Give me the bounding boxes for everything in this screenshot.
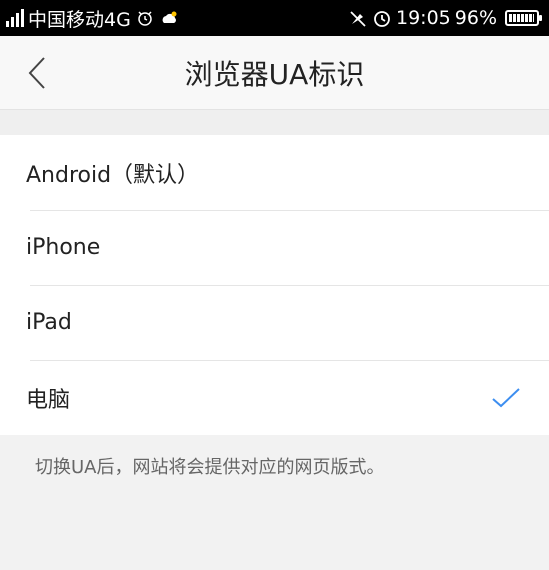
status-bar: 中国移动4G 19:05 96% bbox=[0, 0, 549, 36]
ua-option-ipad[interactable]: iPad bbox=[0, 285, 549, 360]
option-label: iPad bbox=[26, 310, 72, 335]
signal-icon bbox=[6, 9, 24, 27]
clock-icon bbox=[374, 11, 390, 27]
status-right: 19:05 96% bbox=[348, 7, 542, 29]
option-label: Android（默认） bbox=[26, 162, 200, 188]
checkmark-icon bbox=[492, 387, 520, 407]
chevron-left-icon bbox=[28, 57, 45, 89]
option-label: iPhone bbox=[26, 235, 101, 260]
battery-level bbox=[509, 14, 534, 22]
time-label: 19:05 bbox=[396, 7, 451, 29]
battery-icon bbox=[505, 10, 542, 26]
ua-option-iphone[interactable]: iPhone bbox=[0, 210, 549, 285]
ua-option-pc[interactable]: 电脑 bbox=[0, 360, 549, 435]
alarm-clock-icon bbox=[138, 11, 152, 26]
ua-hint-text: 切换UA后，网站将会提供对应的网页版式。 bbox=[35, 457, 385, 478]
status-left: 中国移动4G bbox=[6, 5, 179, 32]
battery-percent: 96% bbox=[454, 7, 497, 29]
weather-icon bbox=[162, 11, 177, 23]
ua-option-android[interactable]: Android（默认） bbox=[0, 135, 549, 210]
section-spacer bbox=[0, 110, 549, 135]
header: 浏览器UA标识 bbox=[0, 36, 549, 110]
back-button[interactable] bbox=[18, 54, 56, 92]
carrier-label: 中国移动4G bbox=[28, 8, 131, 31]
mute-icon bbox=[350, 11, 366, 27]
page-title: 浏览器UA标识 bbox=[184, 58, 365, 91]
option-label: 电脑 bbox=[26, 387, 71, 413]
ua-option-list: Android（默认） iPhone iPad 电脑 bbox=[0, 135, 549, 435]
